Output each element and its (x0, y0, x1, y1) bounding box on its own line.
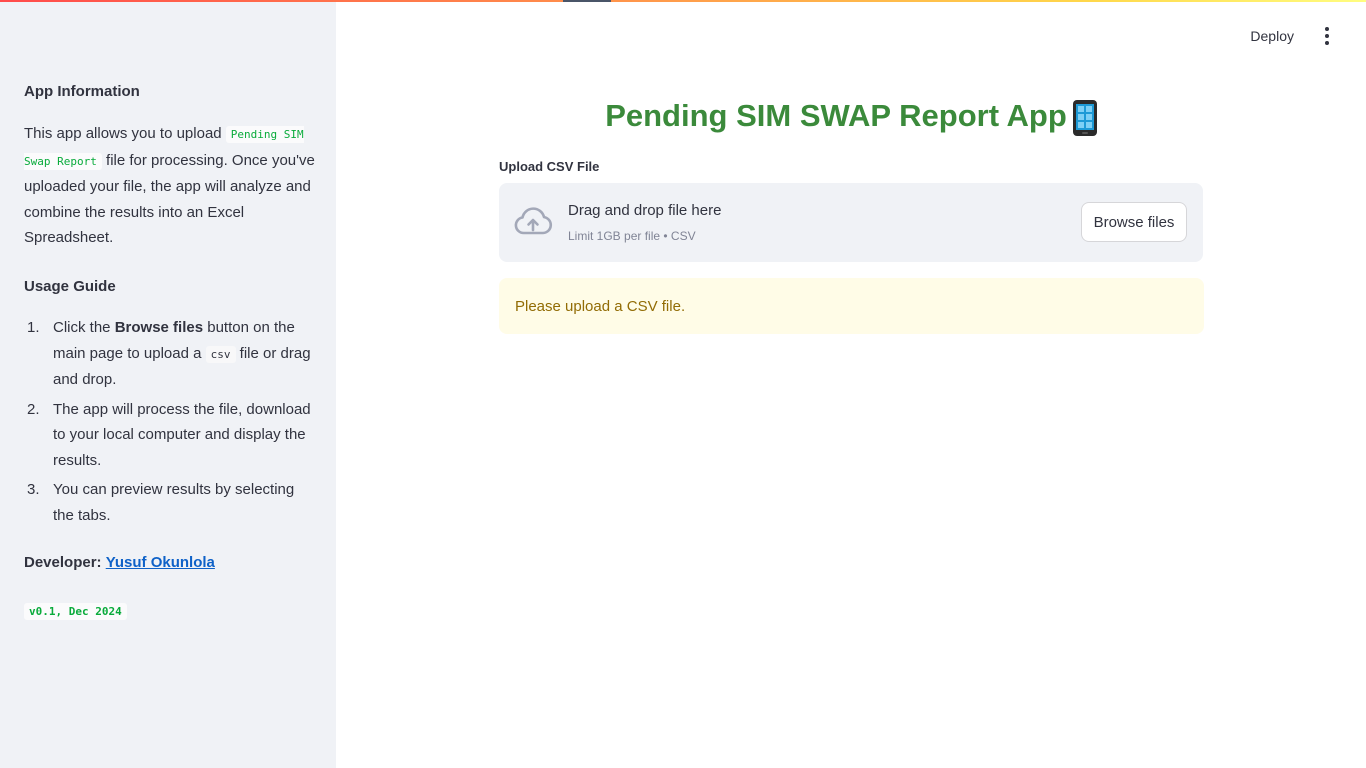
app-info-heading: App Information (24, 83, 140, 100)
header-toolbar: Deploy (1250, 24, 1366, 48)
browse-files-emphasis: Browse files (114, 319, 204, 336)
file-dropzone[interactable]: Drag and drop file here Limit 1GB per fi… (499, 183, 1203, 262)
list-item-text: The app will process the file, download … (53, 400, 311, 469)
vertical-ellipsis-icon[interactable] (1312, 24, 1342, 48)
version-badge: v0.1, Dec 2024 (24, 603, 127, 620)
developer-line: Developer: Yusuf Okunlola (24, 554, 215, 571)
list-item-number: 3. (27, 481, 40, 498)
page-title: Pending SIM SWAP Report App (605, 98, 1067, 133)
list-item: 1. Click the Browse files button on the … (24, 315, 316, 393)
list-item: 3. You can preview results by selecting … (24, 477, 316, 528)
usage-guide-heading: Usage Guide (24, 278, 116, 295)
list-item: 2. The app will process the file, downlo… (24, 397, 316, 474)
step-text-start: Click the (53, 319, 111, 336)
csv-code: csv (205, 345, 236, 363)
page-title-row: Pending SIM SWAP Report App (499, 98, 1203, 136)
usage-guide-list: 1. Click the Browse files button on the … (24, 315, 316, 532)
deploy-button[interactable]: Deploy (1250, 28, 1294, 44)
top-decoration-bar (0, 0, 1366, 2)
app-info-text: This app allows you to upload Pending SI… (24, 121, 316, 251)
cloud-upload-icon (514, 207, 553, 235)
warning-alert: Please upload a CSV file. (499, 278, 1204, 334)
developer-label: Developer: (24, 554, 102, 571)
mobile-phone-icon (1072, 100, 1097, 136)
dropzone-limit-text: Limit 1GB per file • CSV (568, 229, 696, 243)
list-item-text: Click the Browse files button on the mai… (53, 315, 316, 393)
upload-label: Upload CSV File (499, 159, 600, 174)
list-item-text: You can preview results by selecting the… (53, 481, 295, 524)
sidebar: App Information This app allows you to u… (0, 0, 336, 768)
browse-files-button[interactable]: Browse files (1081, 202, 1187, 242)
list-item-number: 2. (27, 400, 40, 418)
list-item-number: 1. (27, 319, 40, 336)
dropzone-instruction: Drag and drop file here (568, 202, 722, 219)
app-info-text-start: This app allows you to upload (24, 125, 222, 142)
developer-link[interactable]: Yusuf Okunlola (106, 554, 215, 571)
warning-text: Please upload a CSV file. (515, 297, 686, 315)
